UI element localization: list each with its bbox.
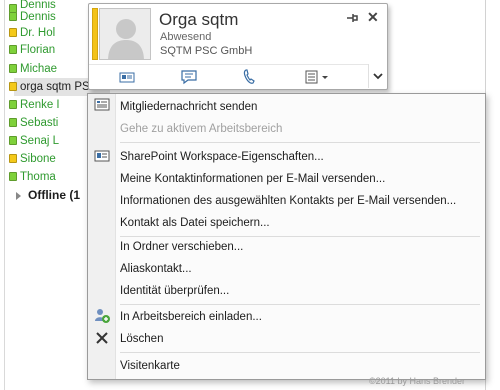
properties-card-icon [94,150,110,162]
presence-away-icon [9,28,17,37]
copyright-watermark: ©2011 by Hans Brender [369,376,466,386]
menu-item-go-to-active-workspace[interactable]: Gehe zu aktivem Arbeitsbereich [120,119,282,139]
contact-name: Florian [20,44,56,56]
menu-separator [120,352,480,353]
presence-away-icon [9,154,17,163]
menu-item-email-my-contact-info[interactable]: Meine Kontaktinformationen per E-Mail ve… [120,169,385,189]
presence-online-icon [9,45,17,54]
menu-item-move-to-folder[interactable]: In Ordner verschieben... [120,237,243,257]
close-icon[interactable]: ✕ [367,9,379,25]
contact-name: Renke I [20,99,60,111]
offline-group-label: Offline (1 [28,188,81,202]
contact-row[interactable]: Thoma [9,168,56,186]
email-card-icon[interactable] [115,68,139,86]
menu-item-alias-contact[interactable]: Aliaskontakt... [120,259,192,279]
more-options-icon[interactable] [301,68,333,86]
default-person-icon [100,9,150,59]
member-message-icon [94,98,110,111]
contact-card: Orga sqtm Abwesend SQTM PSC GmbH ✕ [88,3,388,90]
menu-item-verify-identity[interactable]: Identität überprüfen... [120,281,229,301]
contact-row[interactable]: Senaj L [9,132,60,150]
chevron-down-icon[interactable] [368,64,387,88]
context-menu: Mitgliedernachricht senden Gehe zu aktiv… [87,93,486,380]
card-company: SQTM PSC GmbH [160,45,253,57]
contact-row[interactable]: Florian [9,41,56,59]
contact-name: Dennis [20,11,56,23]
menu-item-delete[interactable]: Löschen [120,329,163,349]
presence-online-icon [9,12,17,21]
contact-name: Michae [20,63,58,75]
offline-group-header[interactable]: Offline (1 [16,186,80,204]
menu-separator [120,304,480,305]
presence-online-icon [9,172,17,181]
menu-item-email-selected-contact[interactable]: Informationen des ausgewählten Kontakts … [120,191,456,211]
contact-row[interactable]: Dr. Hol [9,24,56,42]
presence-online-icon [9,64,17,73]
menu-item-send-member-message[interactable]: Mitgliedernachricht senden [120,97,257,117]
presence-away-bar [92,8,98,60]
menu-separator [120,142,480,143]
contact-row[interactable]: Michae [9,60,58,78]
contact-name: Sebasti [20,117,59,129]
menu-item-business-card[interactable]: Visitenkarte [120,356,180,376]
card-toolbar [89,64,369,89]
contact-name: Senaj L [20,135,60,147]
presence-online-icon [9,136,17,145]
contact-row[interactable]: Sebasti [9,114,59,132]
contact-row[interactable]: Sibone [9,150,56,168]
avatar[interactable] [99,8,151,60]
phone-icon[interactable] [237,68,261,86]
presence-online-icon [9,100,17,109]
contact-row[interactable]: Renke I [9,96,60,114]
invite-users-icon [95,309,110,323]
chat-bubble-icon[interactable] [177,68,201,86]
menu-item-sharepoint-properties[interactable]: SharePoint Workspace-Eigenschaften... [120,147,324,167]
presence-away-icon [9,82,17,91]
contact-name: Sibone [20,153,56,165]
pin-icon[interactable] [345,11,359,25]
contact-name: Dr. Hol [20,27,56,39]
presence-online-icon [9,118,17,127]
expand-triangle-icon[interactable] [16,191,21,200]
list-border [4,0,5,390]
contact-name: Thoma [20,171,56,183]
delete-x-icon [96,332,108,344]
menu-item-save-contact-as-file[interactable]: Kontakt als Datei speichern... [120,213,270,233]
menu-item-invite-to-workspace[interactable]: In Arbeitsbereich einladen... [120,307,262,327]
card-contact-name: Orga sqtm [159,10,239,29]
card-status: Abwesend [160,31,212,43]
